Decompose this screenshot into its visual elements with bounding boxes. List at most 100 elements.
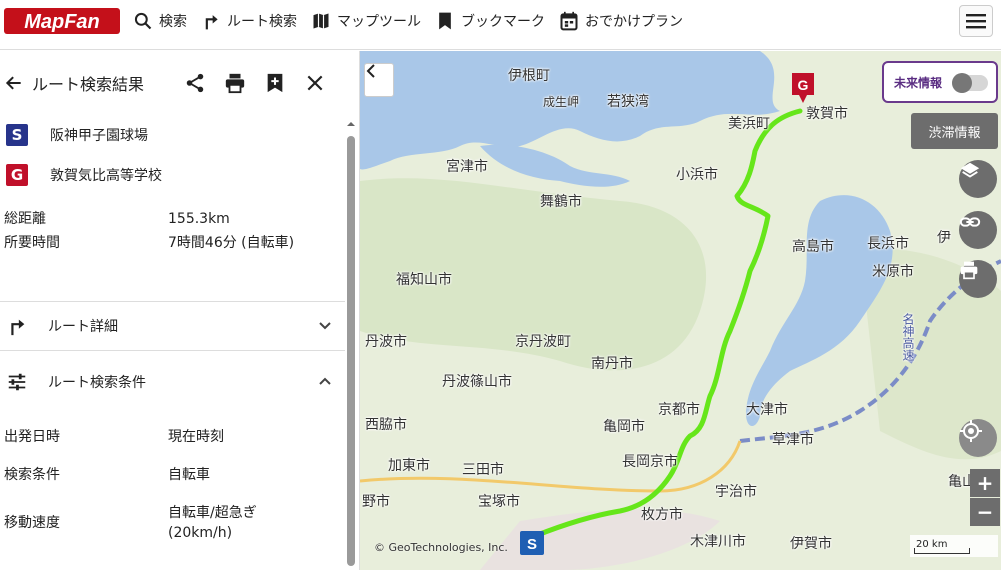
place-label: 宇治市 <box>715 484 757 500</box>
map-icon <box>313 13 329 29</box>
conditions-list: 出発日時 現在時刻 検索条件 自転車 移動速度 自転車/超急ぎ (20km/h) <box>0 413 359 543</box>
traffic-info-button[interactable]: 渋滞情報 <box>911 113 998 149</box>
place-label: 南丹市 <box>591 356 633 372</box>
panel-scrollbar[interactable] <box>347 116 355 570</box>
place-label: 丹波市 <box>365 334 407 350</box>
map-view[interactable]: G S 伊根町 成生岬 若狭湾 美浜町 敦賀市 宮津市 小浜市 舞鶴市 高島市 … <box>360 51 1001 570</box>
mode-label: 検索条件 <box>4 467 60 483</box>
nav-bookmark-label: ブックマーク <box>461 14 545 30</box>
share-button[interactable] <box>175 71 215 95</box>
place-label: 舞鶴市 <box>540 194 582 210</box>
zoom-in-button[interactable]: + <box>970 469 1000 497</box>
top-header: MapFan 検索 ルート検索 マップツール ブックマーク おでかけプラン <box>0 0 1001 50</box>
place-label: 敦賀市 <box>806 106 848 122</box>
place-label: 伊賀市 <box>790 536 832 552</box>
place-label: 米原市 <box>872 264 914 280</box>
bookmark-add-button[interactable] <box>255 71 295 95</box>
route-detail-label: ルート詳細 <box>48 319 118 335</box>
place-label: 西脇市 <box>365 417 407 433</box>
nav-search-label: 検索 <box>159 14 187 30</box>
route-conditions-section[interactable]: ルート検索条件 <box>0 351 359 413</box>
crosshair-icon <box>960 420 982 442</box>
place-label: 加東市 <box>388 458 430 474</box>
route-turn-icon <box>11 319 25 336</box>
nav-outing-label: おでかけプラン <box>585 14 683 30</box>
place-label: 木津川市 <box>690 534 746 550</box>
nav-search[interactable]: 検索 <box>133 11 187 31</box>
mode-row: 検索条件 自転車 <box>4 465 355 485</box>
panel-actions <box>175 71 335 95</box>
nav-route-label: ルート検索 <box>227 14 297 30</box>
scale-bar <box>914 548 970 554</box>
calendar-icon <box>560 11 578 31</box>
place-label: 宮津市 <box>446 159 488 175</box>
share-icon <box>186 73 204 93</box>
chevron-down-icon <box>319 322 331 330</box>
nav-outing-plan[interactable]: おでかけプラン <box>559 11 683 31</box>
bookmark-icon <box>439 12 451 30</box>
scroll-up-arrow-icon[interactable] <box>347 120 355 128</box>
layers-button[interactable] <box>959 160 997 198</box>
menu-button[interactable] <box>959 5 993 37</box>
future-info-label: 未来情報 <box>894 75 943 90</box>
map-scale: 20 km <box>910 535 998 557</box>
back-arrow-icon[interactable] <box>4 73 24 93</box>
mode-value: 自転車 <box>168 467 210 483</box>
future-info-toggle[interactable] <box>952 73 988 93</box>
route-conditions-label: ルート検索条件 <box>48 375 146 391</box>
map-print-button[interactable] <box>959 260 997 298</box>
panel-header: ルート検索結果 <box>0 51 359 115</box>
svg-text:MapFan: MapFan <box>24 11 100 33</box>
goal-point[interactable]: G 敦賀気比高等学校 <box>0 155 359 195</box>
link-icon <box>959 217 981 227</box>
close-button[interactable] <box>295 71 335 95</box>
place-label: 福知山市 <box>396 272 452 288</box>
future-info-toggle-box[interactable]: 未来情報 <box>882 61 998 103</box>
collapse-panel-button[interactable] <box>364 63 394 97</box>
nav-bookmark[interactable]: ブックマーク <box>435 11 545 31</box>
speed-value-main: 自転車/超急ぎ <box>168 505 257 521</box>
distance-value: 155.3km <box>168 211 230 227</box>
speed-label: 移動速度 <box>4 515 60 531</box>
goal-marker[interactable]: G <box>792 73 814 103</box>
traffic-info-label: 渋滞情報 <box>928 125 981 141</box>
zoom-out-label: − <box>976 500 994 524</box>
goal-name: 敦賀気比高等学校 <box>50 168 162 184</box>
nav-route-search[interactable]: ルート検索 <box>201 11 297 31</box>
place-label: 枚方市 <box>641 507 683 523</box>
zoom-out-button[interactable]: − <box>970 498 1000 526</box>
current-location-button[interactable] <box>959 419 997 457</box>
start-name: 阪神甲子園球場 <box>50 128 148 144</box>
place-label: 伊根町 <box>508 68 550 84</box>
place-label: 宝塚市 <box>478 494 520 510</box>
route-summary: 総距離 155.3km 所要時間 7時間46分 (自転車) <box>0 195 359 301</box>
start-badge: S <box>6 124 28 146</box>
departure-label: 出発日時 <box>4 429 60 445</box>
link-button[interactable] <box>959 211 997 249</box>
start-point[interactable]: S 阪神甲子園球場 <box>0 115 359 155</box>
layers-icon <box>960 162 980 178</box>
place-label: 京都市 <box>658 402 700 418</box>
route-result-panel: ルート検索結果 S 阪神甲子園球場 G 敦賀気比高等学校 総距離 155.3km… <box>0 51 360 570</box>
place-label: 丹波篠山市 <box>442 374 512 390</box>
urban-area <box>480 509 720 570</box>
place-label: 美浜町 <box>728 116 770 132</box>
place-label: 伊 <box>937 230 951 246</box>
route-detail-section[interactable]: ルート詳細 <box>0 302 359 350</box>
panel-title: ルート検索結果 <box>32 75 145 94</box>
map-copyright: © GeoTechnologies, Inc. <box>374 541 508 554</box>
map-canvas: G S <box>360 51 1001 570</box>
svg-text:G: G <box>798 77 809 93</box>
nav-map-tools[interactable]: マップツール <box>311 11 421 31</box>
place-label: 京丹波町 <box>515 334 571 350</box>
print-icon <box>960 261 978 280</box>
print-button[interactable] <box>215 71 255 95</box>
route-icon <box>205 15 218 30</box>
tune-icon <box>8 373 26 391</box>
start-marker[interactable]: S <box>520 531 544 555</box>
place-label: 長浜市 <box>867 236 909 252</box>
speed-value-kmh: (20km/h) <box>168 525 233 541</box>
mapfan-logo[interactable]: MapFan <box>4 6 124 36</box>
scroll-thumb[interactable] <box>347 136 355 566</box>
print-icon <box>225 73 245 94</box>
